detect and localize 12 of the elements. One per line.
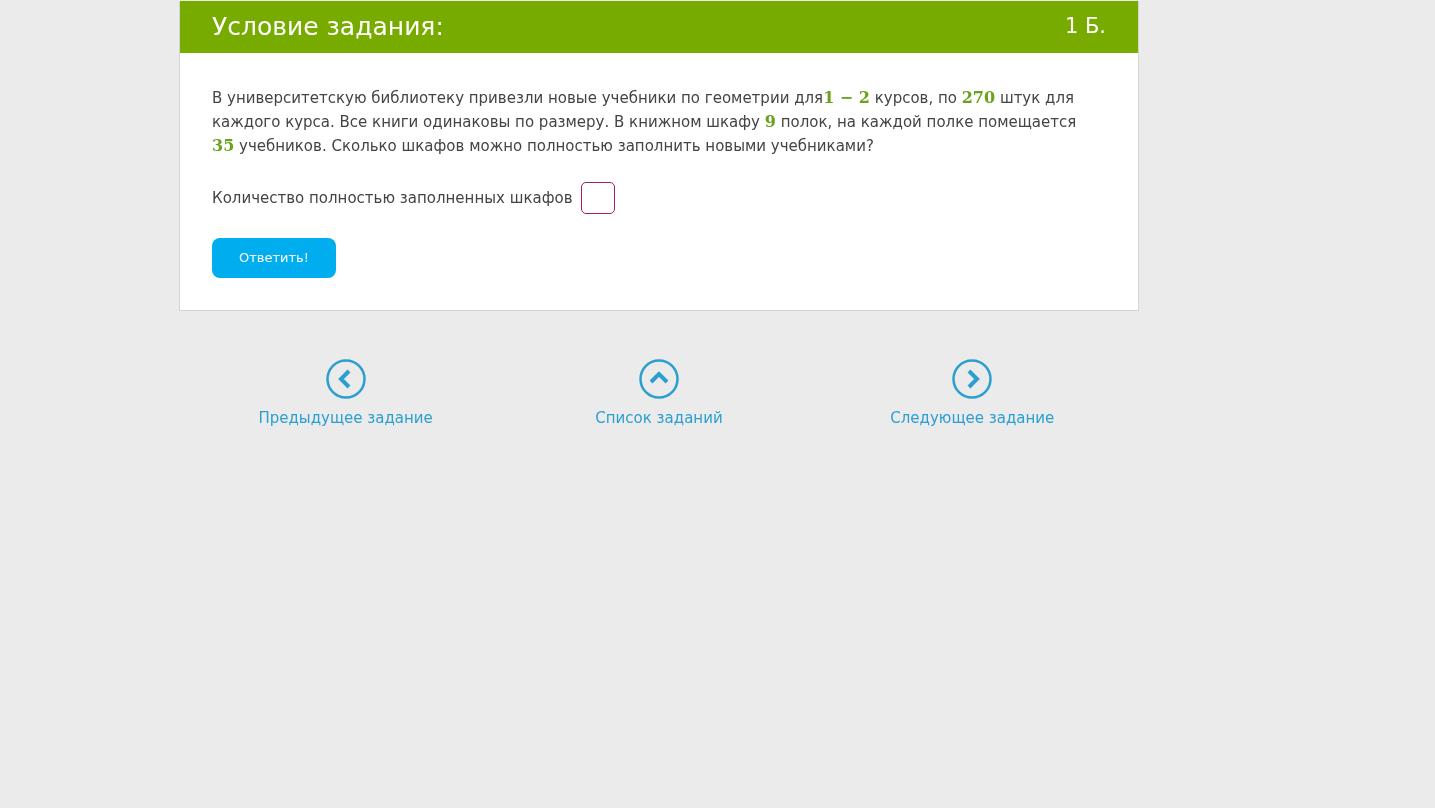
nav-link[interactable]: Предыдущее задание xyxy=(258,407,433,430)
chevron-up-icon[interactable] xyxy=(639,359,679,399)
task-title: Условие задания: xyxy=(212,11,444,44)
answer-label: Количество полностью заполненных шкафов xyxy=(212,187,573,209)
task-points: 1 Б. xyxy=(1064,13,1106,41)
chevron-left-icon[interactable] xyxy=(325,359,366,399)
nav-link[interactable]: Следующее задание xyxy=(890,407,1055,430)
chevron-right-icon[interactable] xyxy=(952,359,993,399)
answer-field[interactable] xyxy=(580,182,615,214)
task-statement: В университетскую библиотеку привезли новые учебники по геометрии для1 − 2 курсов, по 270 штук для каждого курса. Все книги одинаковы по размеру. В книжном шкафу 9 полок, на каждой полке помещается 35 учебников. Сколько шкафов можно полностью заполнить новыми учебниками? xyxy=(212,87,1078,157)
nav-link[interactable]: Список заданий xyxy=(595,407,723,430)
submit-button[interactable]: Ответить! xyxy=(212,238,336,278)
